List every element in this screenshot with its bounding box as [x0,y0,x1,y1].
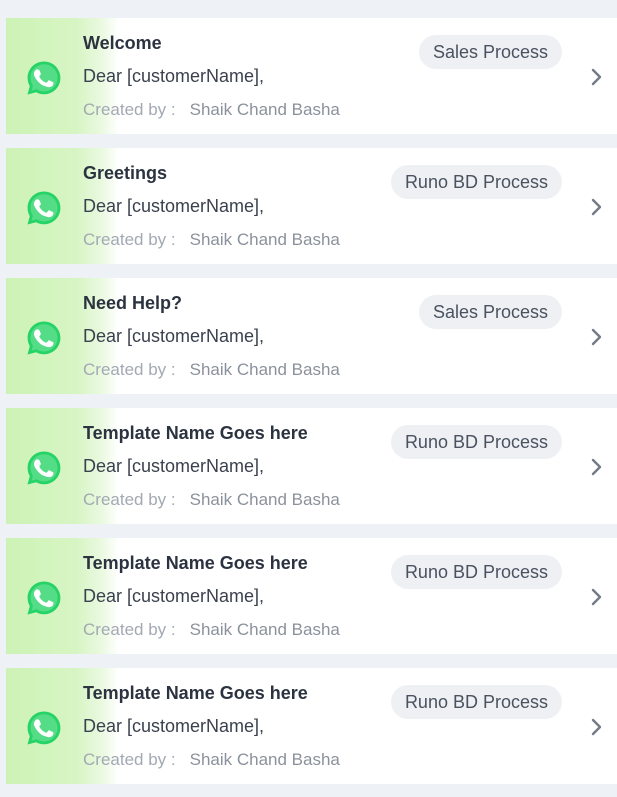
created-by-line: Created by : Shaik Chand Basha [83,750,340,770]
template-title: Need Help? [83,293,183,313]
template-preview: Dear [customerName], [83,716,265,736]
author-name: Shaik Chand Basha [189,490,340,509]
process-tag: Runo BD Process [390,165,562,199]
created-by-line: Created by : Shaik Chand Basha [83,490,340,510]
process-tag: Runo BD Process [390,425,562,459]
created-by-label: Created by : [83,360,176,379]
template-card[interactable]: Welcome Sales Process Dear [customerName… [6,18,617,134]
created-by-label: Created by : [83,620,176,639]
template-card[interactable]: Greetings Runo BD Process Dear [customer… [6,148,617,264]
process-tag: Sales Process [418,295,562,329]
template-title: Welcome [83,33,162,53]
author-name: Shaik Chand Basha [189,750,340,769]
chevron-right-icon[interactable] [590,587,604,607]
created-by-line: Created by : Shaik Chand Basha [83,360,340,380]
created-by-label: Created by : [83,230,176,249]
created-by-label: Created by : [83,490,176,509]
template-card[interactable]: Template Name Goes here Runo BD Process … [6,408,617,524]
whatsapp-icon [25,709,63,747]
created-by-line: Created by : Shaik Chand Basha [83,230,340,250]
author-name: Shaik Chand Basha [189,230,340,249]
created-by-label: Created by : [83,100,176,119]
chevron-right-icon[interactable] [590,67,604,87]
created-by-line: Created by : Shaik Chand Basha [83,100,340,120]
whatsapp-icon [25,189,63,227]
template-title: Template Name Goes here [83,683,308,703]
process-tag: Runo BD Process [390,555,562,589]
process-tag: Runo BD Process [390,685,562,719]
template-card[interactable]: Template Name Goes here Runo BD Process … [6,668,617,784]
template-card[interactable]: Need Help? Sales Process Dear [customerN… [6,278,617,394]
chevron-right-icon[interactable] [590,457,604,477]
whatsapp-icon [25,449,63,487]
author-name: Shaik Chand Basha [189,360,340,379]
author-name: Shaik Chand Basha [189,100,340,119]
template-card[interactable]: Template Name Goes here Runo BD Process … [6,538,617,654]
template-preview: Dear [customerName], [83,586,265,606]
whatsapp-icon [25,579,63,617]
template-title: Template Name Goes here [83,553,308,573]
process-tag: Sales Process [418,35,562,69]
chevron-right-icon[interactable] [590,327,604,347]
template-title: Greetings [83,163,168,183]
whatsapp-icon [25,319,63,357]
template-preview: Dear [customerName], [83,66,265,86]
template-list: Welcome Sales Process Dear [customerName… [0,0,617,797]
template-preview: Dear [customerName], [83,326,265,346]
chevron-right-icon[interactable] [590,197,604,217]
created-by-line: Created by : Shaik Chand Basha [83,620,340,640]
author-name: Shaik Chand Basha [189,620,340,639]
created-by-label: Created by : [83,750,176,769]
template-preview: Dear [customerName], [83,456,265,476]
template-title: Template Name Goes here [83,423,308,443]
whatsapp-icon [25,59,63,97]
template-preview: Dear [customerName], [83,196,265,216]
chevron-right-icon[interactable] [590,717,604,737]
